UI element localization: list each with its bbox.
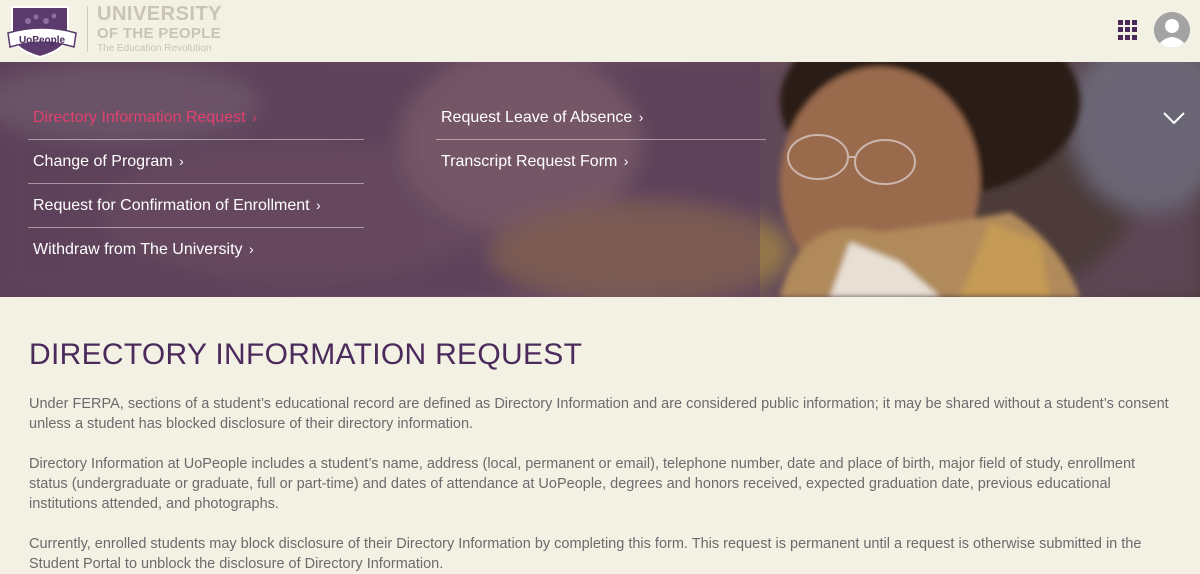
nav-column-2: Request Leave of Absence › Transcript Re… [436, 96, 766, 183]
nav-column-1: Directory Information Request › Change o… [28, 96, 364, 271]
logo-shield-text: UoPeople [19, 35, 66, 46]
nav-link-label: Change of Program [33, 153, 173, 170]
top-header: UoPeople UNIVERSITY OF THE PEOPLE The Ed… [0, 0, 1200, 62]
university-name-line1: UNIVERSITY [97, 3, 223, 25]
main-content: DIRECTORY INFORMATION REQUEST Under FERP… [29, 338, 1169, 574]
chevron-right-icon: › [638, 109, 644, 125]
chevron-right-icon: › [179, 153, 184, 169]
nav-link-confirmation-of-enrollment[interactable]: Request for Confirmation of Enrollment › [28, 184, 364, 228]
page-title: DIRECTORY INFORMATION REQUEST [29, 338, 583, 371]
intro-paragraph: Under FERPA, sections of a student’s edu… [29, 396, 1169, 432]
block-disclosure-paragraph: Currently, enrolled students may block d… [29, 536, 1142, 572]
nav-link-label: Request for Confirmation of Enrollment [33, 197, 310, 214]
user-avatar-icon[interactable] [1154, 12, 1190, 48]
nav-link-label: Transcript Request Form [441, 153, 618, 170]
chevron-right-icon: › [248, 241, 254, 257]
chevron-right-icon: › [623, 153, 629, 169]
university-name-line2: OF THE PEOPLE [97, 25, 221, 42]
nav-link-withdraw[interactable]: Withdraw from The University › [28, 228, 364, 271]
hero-banner: Directory Information Request › Change o… [0, 62, 1200, 297]
logo-divider [87, 6, 88, 52]
university-logo-shield[interactable]: UoPeople [6, 3, 78, 59]
chevron-down-icon[interactable] [1162, 110, 1186, 126]
nav-link-label: Withdraw from The University [33, 241, 243, 258]
grid-apps-icon[interactable] [1118, 20, 1138, 40]
nav-link-label: Request Leave of Absence [441, 109, 633, 126]
nav-link-directory-information-request[interactable]: Directory Information Request › [28, 96, 364, 140]
university-name[interactable]: UNIVERSITY OF THE PEOPLE The Education R… [97, 4, 222, 54]
chevron-right-icon: › [251, 109, 257, 125]
nav-link-leave-of-absence[interactable]: Request Leave of Absence › [436, 96, 766, 140]
nav-link-change-of-program[interactable]: Change of Program › [28, 140, 364, 184]
directory-info-paragraph: Directory Information at UoPeople includ… [29, 456, 1136, 512]
university-tagline: The Education Revolution [97, 43, 212, 54]
chevron-right-icon: › [316, 197, 321, 213]
nav-link-label: Directory Information Request [33, 109, 246, 126]
nav-link-transcript-request[interactable]: Transcript Request Form › [436, 140, 766, 183]
